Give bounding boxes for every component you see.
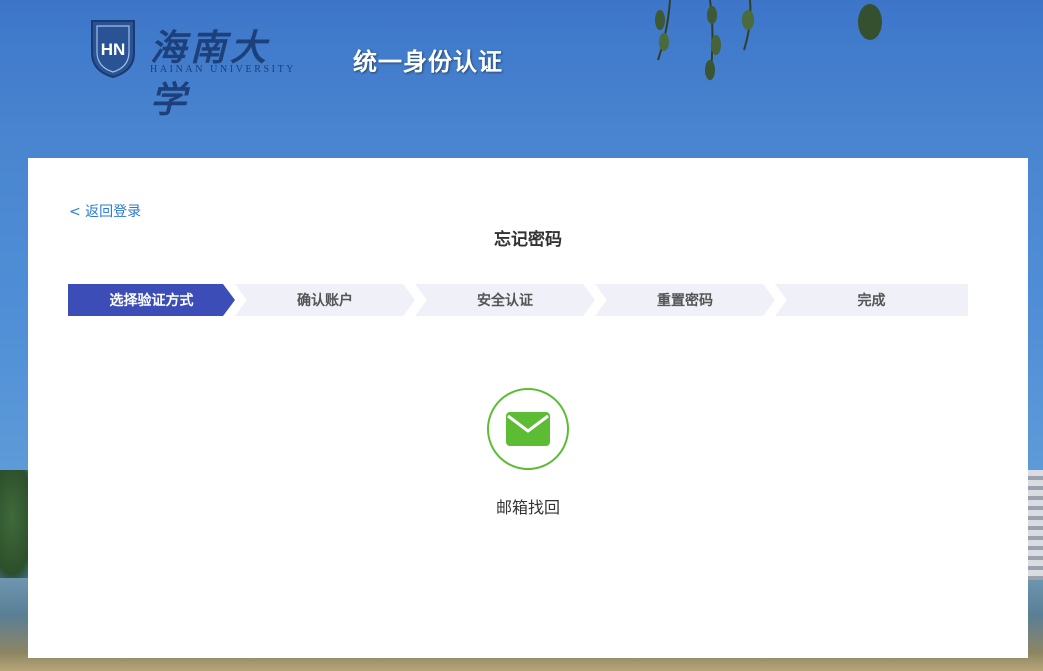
logo-badge-text: HN — [101, 40, 126, 59]
university-wordmark: 海南大学 HAINAN UNIVERSITY — [148, 17, 308, 121]
willow-leaves-decoration — [655, 0, 882, 81]
step-label: 选择验证方式 — [109, 293, 194, 309]
progress-steps: 选择验证方式 确认账户 安全认证 重置密码 完成 — [68, 284, 968, 316]
step-confirm-account: 确认账户 — [235, 284, 415, 316]
step-label: 安全认证 — [477, 293, 533, 309]
step-select-method: 选择验证方式 — [68, 284, 235, 316]
building-decoration — [1028, 470, 1043, 580]
email-recovery-circle[interactable] — [487, 388, 569, 470]
site-header: HN 海南大学 HAINAN UNIVERSITY — [88, 17, 308, 121]
page-title: 忘记密码 — [494, 230, 562, 250]
back-to-login-link[interactable]: < 返回登录 — [69, 201, 141, 221]
university-name-en: HAINAN UNIVERSITY — [150, 64, 297, 75]
step-label: 确认账户 — [297, 293, 353, 309]
system-title: 统一身份认证 — [353, 48, 503, 76]
university-logo-icon: HN — [91, 20, 135, 79]
step-complete: 完成 — [775, 284, 968, 316]
step-reset-password: 重置密码 — [595, 284, 775, 316]
email-recovery-label[interactable]: 邮箱找回 — [496, 494, 560, 518]
email-recovery-option[interactable]: 邮箱找回 — [487, 388, 569, 518]
step-label: 重置密码 — [657, 293, 713, 309]
step-label: 完成 — [857, 293, 886, 309]
forgot-password-card: < 返回登录 忘记密码 选择验证方式 确认账户 安全认证 重置密码 完成 邮箱找… — [28, 158, 1028, 658]
step-security-auth: 安全认证 — [415, 284, 595, 316]
envelope-icon — [506, 412, 550, 446]
